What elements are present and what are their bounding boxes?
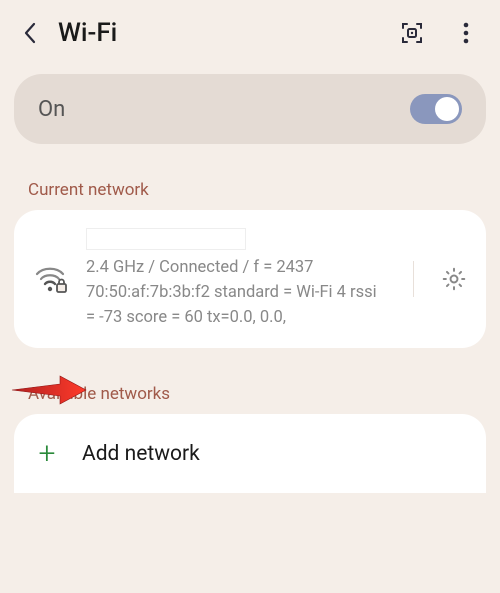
network-detail-text: 2.4 GHz / Connected / f = 2437 70:50:af:… [86,256,389,330]
more-vertical-icon [463,22,469,44]
page-title: Wi-Fi [58,18,382,48]
back-button[interactable] [18,21,42,45]
add-network-button[interactable]: + Add network [14,414,486,493]
qr-code-icon [400,21,424,45]
chevron-left-icon [23,22,37,44]
add-network-label: Add network [82,442,200,466]
network-settings-button[interactable] [438,263,470,295]
current-network-card[interactable]: 2.4 GHz / Connected / f = 2437 70:50:af:… [14,210,486,348]
wifi-toggle-row[interactable]: On [14,74,486,144]
qr-scan-button[interactable] [398,19,426,47]
wifi-toggle-label: On [38,97,65,122]
current-network-heading: Current network [0,144,500,210]
wifi-toggle-switch[interactable] [410,94,462,124]
divider [413,261,414,297]
network-name-redacted [86,228,246,250]
plus-icon: + [34,436,60,471]
gear-icon [441,266,467,292]
network-info: 2.4 GHz / Connected / f = 2437 70:50:af:… [86,228,389,330]
header: Wi-Fi [0,0,500,66]
more-options-button[interactable] [454,19,478,47]
available-networks-heading: Available networks [0,348,500,414]
wifi-signal-icon [34,264,70,294]
